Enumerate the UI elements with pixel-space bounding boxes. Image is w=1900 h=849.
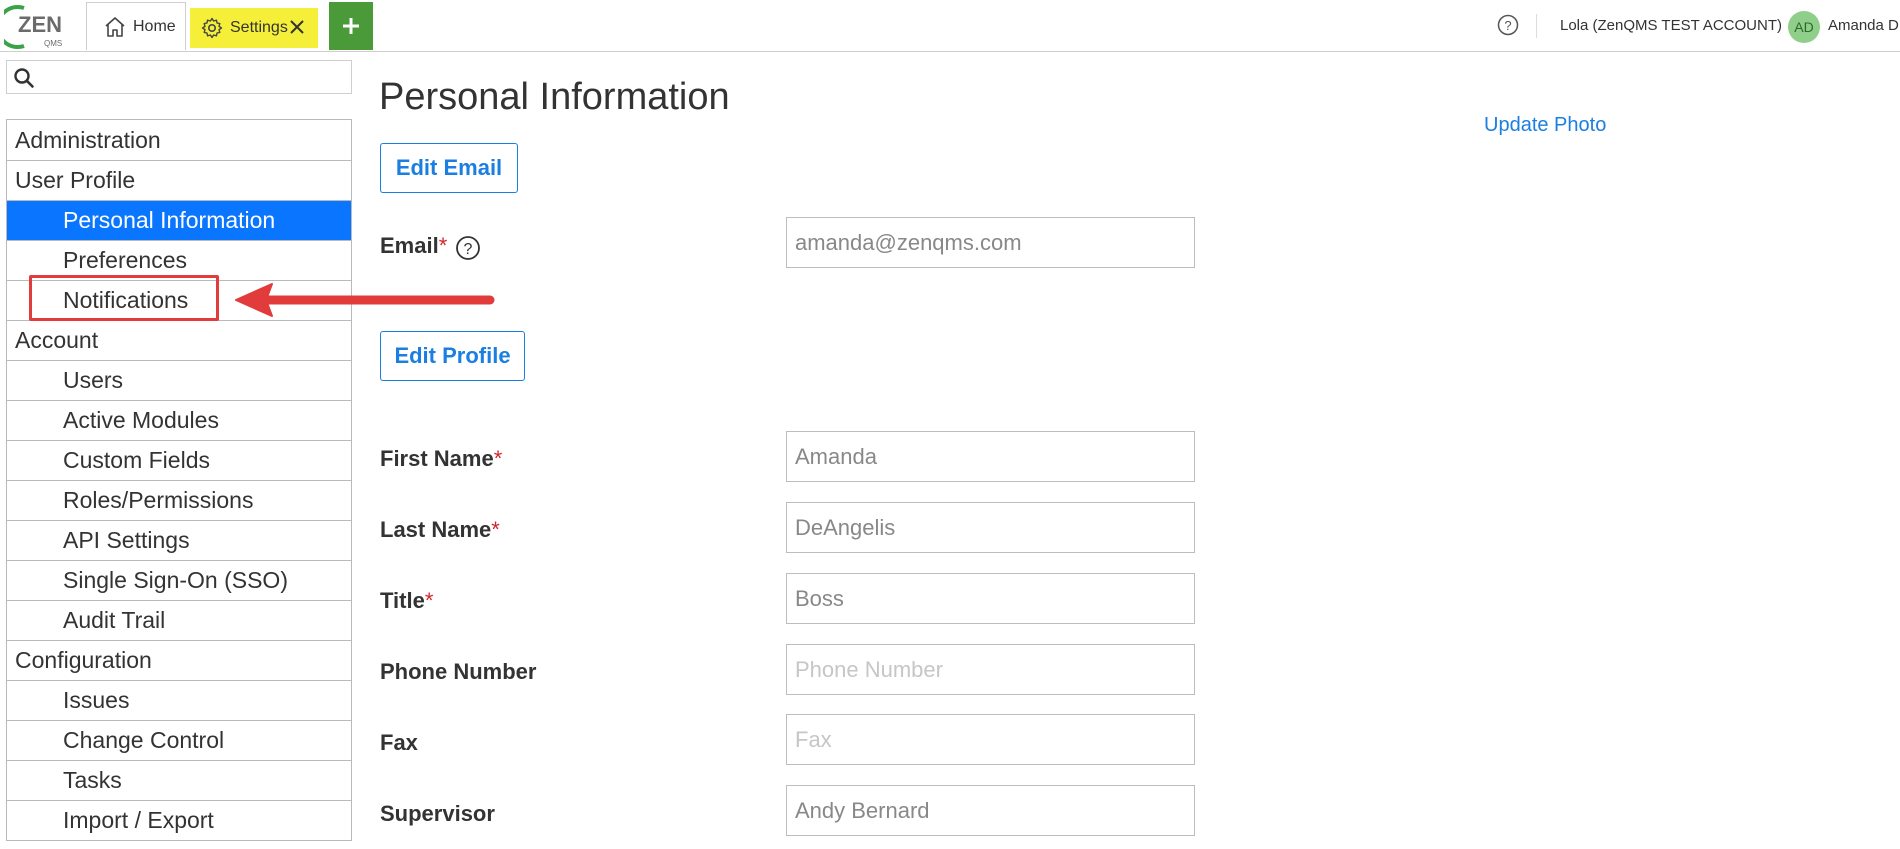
- home-icon: [103, 15, 127, 39]
- zenqms-logo[interactable]: ZEN QMS: [4, 2, 74, 50]
- last-name-field[interactable]: DeAngelis: [786, 502, 1195, 553]
- search-input[interactable]: [41, 63, 341, 91]
- add-tab-button[interactable]: [329, 2, 373, 50]
- edit-profile-button[interactable]: Edit Profile: [380, 331, 525, 381]
- nav-item-custom-fields[interactable]: Custom Fields: [7, 440, 351, 480]
- topbar-divider: [1536, 14, 1537, 38]
- account-switcher[interactable]: Lola (ZenQMS TEST ACCOUNT): [1560, 17, 1782, 34]
- svg-text:?: ?: [1504, 18, 1511, 33]
- fax-label: Fax: [380, 730, 418, 755]
- user-name[interactable]: Amanda D: [1828, 17, 1899, 34]
- nav-item-issues[interactable]: Issues: [7, 680, 351, 720]
- nav-item-import-export[interactable]: Import / Export: [7, 800, 351, 840]
- sidebar-search[interactable]: [6, 60, 352, 94]
- edit-email-button[interactable]: Edit Email: [380, 143, 518, 193]
- top-bar: ZEN QMS Home Settings ? Lola (ZenQMS TES…: [0, 0, 1900, 52]
- tab-settings[interactable]: Settings: [190, 8, 318, 48]
- email-label: Email*: [380, 233, 447, 259]
- nav-item-single-sign-on[interactable]: Single Sign-On (SSO): [7, 560, 351, 600]
- nav-item-change-control[interactable]: Change Control: [7, 720, 351, 760]
- email-field[interactable]: amanda@zenqms.com: [786, 217, 1195, 268]
- update-photo-link[interactable]: Update Photo: [1484, 114, 1606, 137]
- email-help-icon[interactable]: ?: [455, 235, 481, 261]
- close-tab-icon[interactable]: [286, 16, 308, 38]
- user-avatar[interactable]: AD: [1788, 11, 1820, 43]
- annotation-highlight-box: [29, 275, 219, 321]
- first-name-label-text: First Name: [380, 446, 494, 471]
- nav-item-personal-information[interactable]: Personal Information: [7, 200, 351, 240]
- email-label-text: Email: [380, 233, 439, 258]
- tab-home-label: Home: [133, 17, 176, 35]
- plus-icon: [343, 18, 359, 34]
- last-name-label: Last Name*: [380, 517, 500, 543]
- svg-text:QMS: QMS: [44, 39, 62, 48]
- first-name-field[interactable]: Amanda: [786, 431, 1195, 482]
- gear-icon: [200, 16, 224, 40]
- nav-item-active-modules[interactable]: Active Modules: [7, 400, 351, 440]
- svg-text:ZEN: ZEN: [18, 12, 62, 37]
- title-label: Title*: [380, 588, 433, 614]
- required-marker: *: [493, 446, 503, 471]
- nav-item-preferences[interactable]: Preferences: [7, 240, 351, 280]
- nav-item-audit-trail[interactable]: Audit Trail: [7, 600, 351, 640]
- tab-home[interactable]: Home: [86, 2, 186, 50]
- title-field[interactable]: Boss: [786, 573, 1195, 624]
- phone-number-field[interactable]: Phone Number: [786, 644, 1195, 695]
- nav-section-account[interactable]: Account: [7, 320, 351, 360]
- required-marker: *: [438, 233, 448, 258]
- tab-settings-label: Settings: [230, 19, 288, 36]
- supervisor-field[interactable]: Andy Bernard: [786, 785, 1195, 836]
- nav-section-administration[interactable]: Administration: [7, 120, 351, 160]
- supervisor-label: Supervisor: [380, 801, 495, 826]
- required-marker: *: [424, 588, 434, 613]
- nav-section-configuration[interactable]: Configuration: [7, 640, 351, 680]
- svg-text:?: ?: [464, 241, 473, 258]
- nav-item-api-settings[interactable]: API Settings: [7, 520, 351, 560]
- nav-item-tasks[interactable]: Tasks: [7, 760, 351, 800]
- last-name-label-text: Last Name: [380, 517, 492, 542]
- required-marker: *: [491, 517, 500, 542]
- settings-nav: Administration User Profile Personal Inf…: [6, 119, 352, 841]
- fax-field[interactable]: Fax: [786, 714, 1195, 765]
- search-icon: [14, 68, 34, 88]
- nav-item-roles-permissions[interactable]: Roles/Permissions: [7, 480, 351, 520]
- title-label-text: Title: [380, 588, 425, 613]
- nav-item-users[interactable]: Users: [7, 360, 351, 400]
- nav-section-user-profile[interactable]: User Profile: [7, 160, 351, 200]
- help-icon[interactable]: ?: [1497, 14, 1519, 36]
- phone-number-label: Phone Number: [380, 659, 537, 684]
- annotation-arrow-icon: [235, 283, 495, 317]
- page-title: Personal Information: [379, 76, 730, 118]
- first-name-label: First Name*: [380, 446, 502, 472]
